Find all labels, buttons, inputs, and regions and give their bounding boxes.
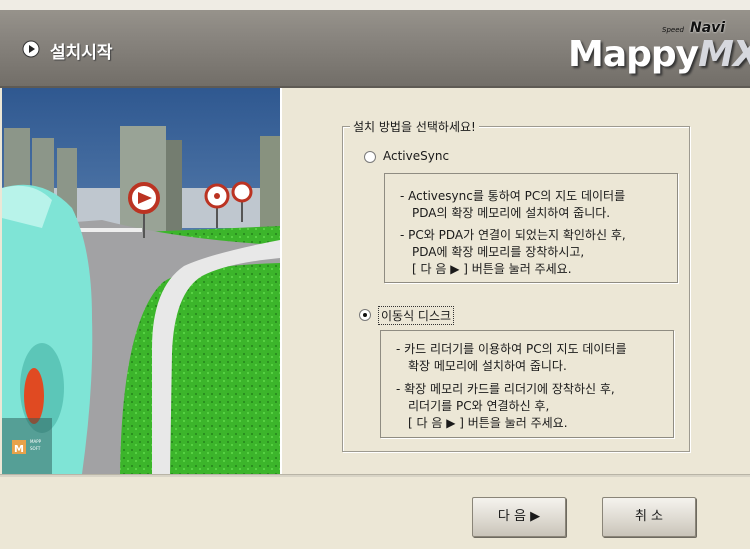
logo-speed-text: Speed xyxy=(662,26,684,34)
group-title: 설치 방법을 선택하세요! xyxy=(350,118,479,135)
corner-logo-text-1: MAPP xyxy=(30,439,42,444)
logo-brand-text: MappyMX xyxy=(568,34,750,75)
page-title: 설치시작 xyxy=(50,43,113,63)
removable-disk-radio[interactable] xyxy=(359,309,371,321)
radio-selected-dot xyxy=(363,313,367,317)
panel-divider xyxy=(280,88,282,474)
activesync-label[interactable]: ActiveSync xyxy=(383,149,449,163)
corner-logo-letter: M xyxy=(14,444,24,455)
desc-line: - Activesync를 통하여 PC의 지도 데이터를 xyxy=(400,189,626,203)
removable-disk-description: - 카드 리더기를 이용하여 PC의 지도 데이터를 확장 메모리에 설치하여 … xyxy=(380,330,674,438)
desc-line: - PC와 PDA가 연결이 되었는지 확인하신 후, xyxy=(400,228,626,242)
desc-line: PDA에 확장 메모리를 장착하시고, xyxy=(412,245,585,259)
removable-disk-label[interactable]: 이동식 디스크 xyxy=(378,306,455,325)
activesync-radio[interactable] xyxy=(364,151,376,163)
desc-line: PDA의 확장 메모리에 설치하여 줍니다. xyxy=(412,206,611,220)
desc-line: - 카드 리더기를 이용하여 PC의 지도 데이터를 xyxy=(396,342,627,356)
cancel-button[interactable]: 취 소 xyxy=(602,497,696,537)
desc-line: - 확장 메모리 카드를 리더기에 장착하신 후, xyxy=(396,382,615,396)
header-top-strip xyxy=(0,0,750,10)
footer-divider xyxy=(0,474,750,477)
desc-line: [ 다 음 ▶ ] 버튼을 눌러 주세요. xyxy=(412,262,572,276)
next-button[interactable]: 다 음 ▶ xyxy=(472,497,566,537)
header-bar: 설치시작 Speed Navi MappyMX xyxy=(0,0,750,88)
desc-line: 확장 메모리에 설치하여 줍니다. xyxy=(408,359,567,373)
road-illustration: M MAPP SOFT xyxy=(2,88,280,474)
desc-line: [ 다 음 ▶ ] 버튼을 눌러 주세요. xyxy=(408,416,568,430)
corner-logo-text-2: SOFT xyxy=(30,446,41,451)
activesync-description: - Activesync를 통하여 PC의 지도 데이터를 PDA의 확장 메모… xyxy=(384,173,678,283)
desc-line: 리더기를 PC와 연결하신 후, xyxy=(408,399,550,413)
mappymx-logo: Speed Navi MappyMX xyxy=(560,18,750,78)
play-circle-icon xyxy=(22,40,40,58)
